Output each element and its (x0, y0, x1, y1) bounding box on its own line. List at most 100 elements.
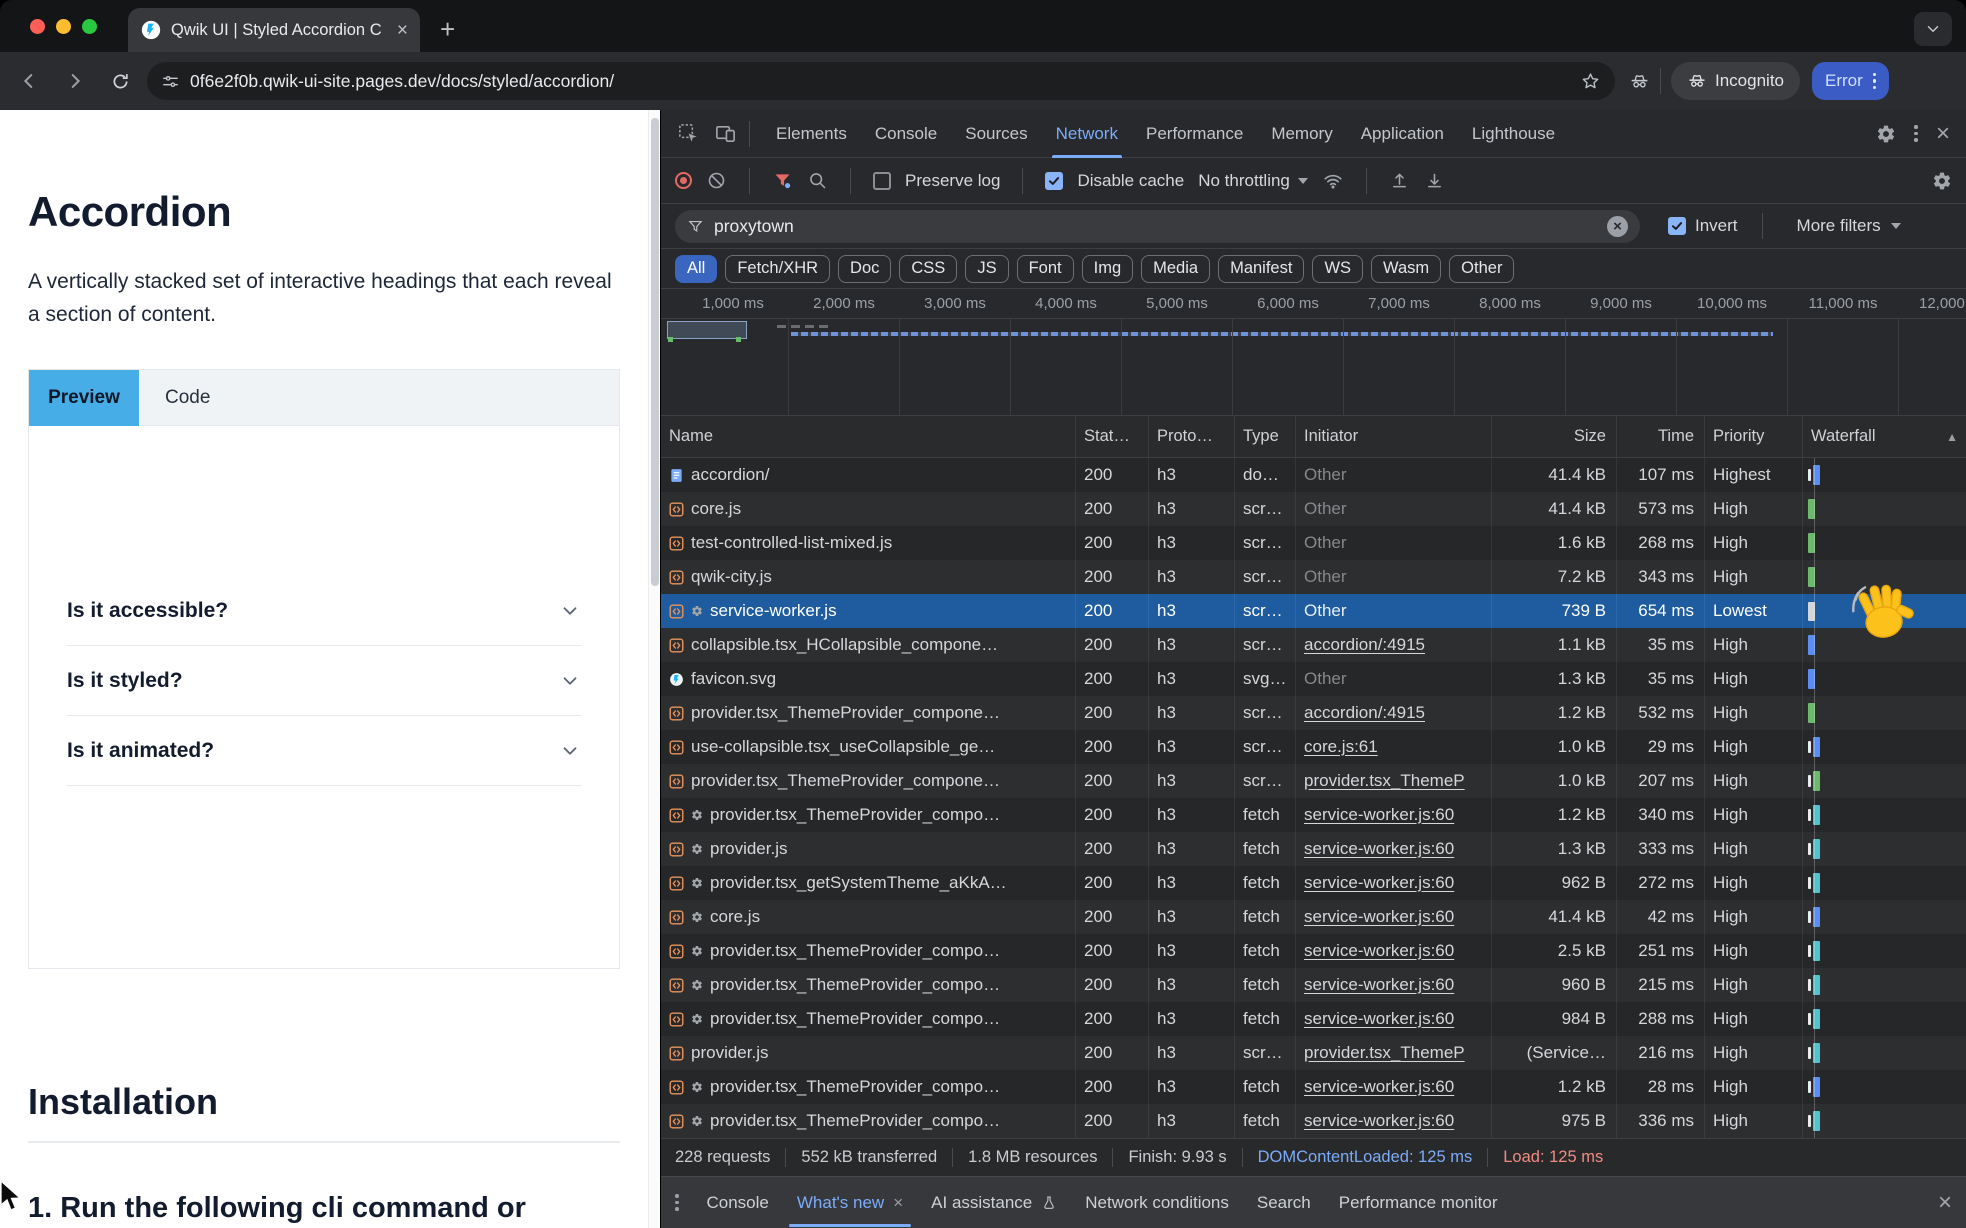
table-row[interactable]: use-collapsible.tsx_useCollapsible_ge…20… (661, 730, 1966, 764)
search-icon[interactable] (807, 170, 828, 191)
request-name-cell[interactable]: provider.tsx_ThemeProvider_compo… (661, 798, 1076, 832)
waterfall-cell[interactable] (1803, 526, 1966, 560)
clear-filter-icon[interactable]: × (1607, 216, 1628, 237)
drawer-tab-network-conditions[interactable]: Network conditions (1071, 1177, 1243, 1228)
waterfall-cell[interactable] (1803, 662, 1966, 696)
devtools-tab-network[interactable]: Network (1042, 110, 1132, 158)
timeline-overview[interactable] (661, 319, 1966, 415)
export-har-icon[interactable] (1424, 170, 1445, 191)
filter-chip-manifest[interactable]: Manifest (1218, 255, 1304, 283)
initiator-link[interactable]: accordion/:4915 (1304, 703, 1425, 723)
request-name-cell[interactable]: favicon.svg (661, 662, 1076, 696)
table-row[interactable]: provider.tsx_ThemeProvider_compo…200h3fe… (661, 1002, 1966, 1036)
request-name-cell[interactable]: provider.tsx_ThemeProvider_compone… (661, 764, 1076, 798)
waterfall-cell[interactable] (1803, 968, 1966, 1002)
column-header-time[interactable]: Time (1617, 416, 1705, 457)
table-row[interactable]: core.js200h3fetchservice-worker.js:6041.… (661, 900, 1966, 934)
waterfall-cell[interactable] (1803, 832, 1966, 866)
devtools-close-icon[interactable]: × (1936, 122, 1950, 146)
request-name-cell[interactable]: test-controlled-list-mixed.js (661, 526, 1076, 560)
initiator-cell[interactable]: service-worker.js:60 (1296, 934, 1492, 968)
initiator-cell[interactable]: service-worker.js:60 (1296, 900, 1492, 934)
table-row[interactable]: provider.tsx_getSystemTheme_aKkA…200h3fe… (661, 866, 1966, 900)
accordion-item-is-it-accessible[interactable]: Is it accessible? (67, 576, 581, 646)
drawer-close-icon[interactable]: × (1938, 1191, 1952, 1215)
table-row[interactable]: collapsible.tsx_HCollapsible_compone…200… (661, 628, 1966, 662)
filter-chip-font[interactable]: Font (1017, 255, 1074, 283)
device-toolbar-icon[interactable] (714, 122, 737, 145)
column-header-stat[interactable]: Stat… (1076, 416, 1149, 457)
maximize-window-button[interactable] (82, 19, 97, 34)
accordion-item-is-it-animated[interactable]: Is it animated? (67, 716, 581, 786)
request-name-cell[interactable]: accordion/ (661, 458, 1076, 492)
initiator-link[interactable]: service-worker.js:60 (1304, 975, 1454, 995)
drawer-tab-what-s-new[interactable]: What's new× (783, 1177, 917, 1228)
table-row[interactable]: accordion/200h3do…Other41.4 kB107 msHigh… (661, 458, 1966, 492)
devtools-tab-performance[interactable]: Performance (1132, 110, 1257, 158)
filter-chip-wasm[interactable]: Wasm (1371, 255, 1441, 283)
throttling-select[interactable]: No throttling (1198, 171, 1308, 191)
reload-button[interactable] (110, 71, 131, 92)
initiator-link[interactable]: service-worker.js:60 (1304, 839, 1454, 859)
column-header-waterfall[interactable]: Waterfall▲ (1803, 416, 1966, 457)
drawer-menu-icon[interactable] (675, 1194, 679, 1211)
initiator-cell[interactable]: service-worker.js:60 (1296, 968, 1492, 1002)
column-header-initiator[interactable]: Initiator (1296, 416, 1492, 457)
filter-chip-fetch-xhr[interactable]: Fetch/XHR (725, 255, 830, 283)
waterfall-cell[interactable] (1803, 866, 1966, 900)
back-button[interactable] (18, 70, 40, 92)
devtools-settings-icon[interactable] (1876, 124, 1896, 144)
table-row[interactable]: provider.tsx_ThemeProvider_compo…200h3fe… (661, 968, 1966, 1002)
initiator-link[interactable]: accordion/:4915 (1304, 635, 1425, 655)
network-overview[interactable]: 1,000 ms2,000 ms3,000 ms4,000 ms5,000 ms… (661, 289, 1966, 416)
address-bar[interactable]: 0f6e2f0b.qwik-ui-site.pages.dev/docs/sty… (147, 62, 1615, 100)
filter-chip-ws[interactable]: WS (1312, 255, 1363, 283)
site-settings-icon[interactable] (161, 72, 180, 91)
extension-incognito-icon[interactable] (1629, 71, 1650, 92)
waterfall-cell[interactable] (1803, 798, 1966, 832)
initiator-cell[interactable]: core.js:61 (1296, 730, 1492, 764)
request-name-cell[interactable]: provider.tsx_ThemeProvider_compone… (661, 696, 1076, 730)
filter-chip-media[interactable]: Media (1141, 255, 1210, 283)
table-row[interactable]: core.js200h3scr…Other41.4 kB573 msHigh (661, 492, 1966, 526)
drawer-tab-close-icon[interactable]: × (893, 1193, 903, 1213)
filter-chip-all[interactable]: All (675, 255, 717, 283)
tab-preview[interactable]: Preview (29, 370, 139, 426)
error-extension-button[interactable]: Error (1812, 62, 1889, 100)
initiator-link[interactable]: service-worker.js:60 (1304, 805, 1454, 825)
waterfall-cell[interactable] (1803, 1070, 1966, 1104)
devtools-tab-memory[interactable]: Memory (1257, 110, 1346, 158)
table-row[interactable]: provider.tsx_ThemeProvider_compone…200h3… (661, 696, 1966, 730)
initiator-cell[interactable]: service-worker.js:60 (1296, 866, 1492, 900)
disable-cache-checkbox[interactable] (1045, 172, 1063, 190)
invert-checkbox[interactable] (1668, 217, 1686, 235)
waterfall-cell[interactable] (1803, 764, 1966, 798)
bookmark-star-icon[interactable] (1580, 71, 1601, 92)
inspect-element-icon[interactable] (677, 122, 700, 145)
devtools-tab-lighthouse[interactable]: Lighthouse (1458, 110, 1569, 158)
request-name-cell[interactable]: core.js (661, 900, 1076, 934)
request-name-cell[interactable]: qwik-city.js (661, 560, 1076, 594)
waterfall-cell[interactable] (1803, 1104, 1966, 1138)
forward-button[interactable] (64, 70, 86, 92)
initiator-link[interactable]: service-worker.js:60 (1304, 1111, 1454, 1131)
new-tab-button[interactable]: + (440, 16, 455, 42)
network-conditions-icon[interactable] (1322, 170, 1344, 192)
sort-arrow-icon[interactable]: ▲ (1946, 430, 1958, 444)
devtools-tab-elements[interactable]: Elements (762, 110, 861, 158)
table-row[interactable]: test-controlled-list-mixed.js200h3scr…Ot… (661, 526, 1966, 560)
table-row[interactable]: provider.tsx_ThemeProvider_compo…200h3fe… (661, 1104, 1966, 1138)
network-settings-icon[interactable] (1932, 171, 1952, 191)
clear-network-log-icon[interactable] (706, 170, 727, 191)
close-window-button[interactable] (30, 19, 45, 34)
tab-close-icon[interactable]: × (397, 21, 408, 40)
waterfall-cell[interactable] (1803, 730, 1966, 764)
waterfall-cell[interactable] (1803, 492, 1966, 526)
request-name-cell[interactable]: core.js (661, 492, 1076, 526)
filter-chip-other[interactable]: Other (1449, 255, 1514, 283)
request-name-cell[interactable]: provider.tsx_getSystemTheme_aKkA… (661, 866, 1076, 900)
column-header-type[interactable]: Type (1235, 416, 1296, 457)
filter-chip-js[interactable]: JS (965, 255, 1008, 283)
drawer-tab-search[interactable]: Search (1243, 1177, 1325, 1228)
initiator-cell[interactable]: accordion/:4915 (1296, 696, 1492, 730)
